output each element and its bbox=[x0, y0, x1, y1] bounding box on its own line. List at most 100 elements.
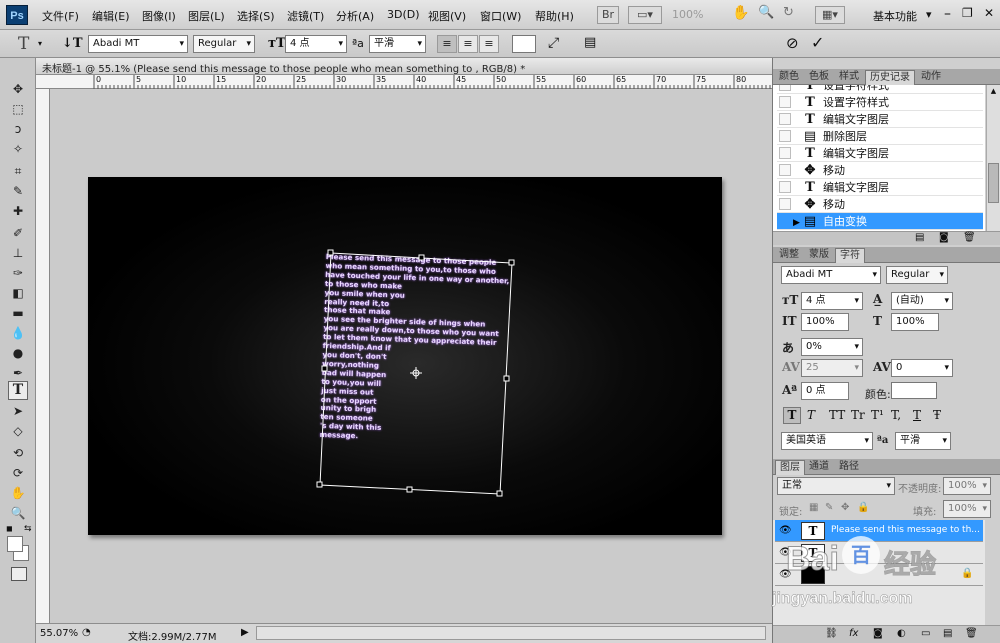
history-item[interactable]: T 设置字符样式 bbox=[777, 85, 983, 94]
layer-row[interactable]: 👁 T bbox=[775, 542, 983, 564]
font-style-select[interactable]: Regular bbox=[193, 35, 255, 53]
zoom-tool-icon[interactable]: 🔍 bbox=[8, 504, 28, 523]
blend-mode-select[interactable]: 正常 bbox=[777, 477, 895, 495]
brush-tool-icon[interactable]: ✐ bbox=[8, 224, 28, 243]
transform-handle[interactable] bbox=[508, 259, 515, 266]
hand-tool-icon[interactable]: ✋ bbox=[8, 484, 28, 503]
transform-bounding-box[interactable] bbox=[88, 177, 722, 535]
transform-handle[interactable] bbox=[316, 481, 323, 488]
transform-handle[interactable] bbox=[496, 490, 503, 497]
char-antialias[interactable]: 平滑 bbox=[895, 432, 951, 450]
marquee-tool-icon[interactable]: ⬚ bbox=[8, 100, 28, 119]
underline-button[interactable]: T bbox=[913, 408, 921, 422]
tab-layers[interactable]: 图层 bbox=[775, 460, 805, 475]
tab-history[interactable]: 历史记录 bbox=[865, 70, 915, 85]
history-checkbox[interactable] bbox=[779, 147, 791, 159]
3d-rotate-tool-icon[interactable]: ⟲ bbox=[8, 444, 28, 463]
char-tracking[interactable]: 0 bbox=[891, 359, 953, 377]
character-panel-toggle-icon[interactable]: ▤ bbox=[584, 35, 596, 50]
preset-dropdown-icon[interactable]: ▾ bbox=[38, 39, 42, 48]
transform-handle[interactable] bbox=[503, 375, 510, 382]
scroll-thumb[interactable] bbox=[988, 163, 999, 203]
char-tsume[interactable]: 0% bbox=[801, 338, 863, 356]
adjustment-layer-icon[interactable]: ◐ bbox=[897, 628, 906, 639]
history-scrollbar[interactable]: ▲ bbox=[986, 85, 1000, 231]
history-brush-tool-icon[interactable]: ✑ bbox=[8, 264, 28, 283]
commit-icon[interactable]: ✓ bbox=[811, 33, 824, 52]
quick-mask-icon[interactable] bbox=[11, 567, 27, 581]
history-checkbox[interactable] bbox=[779, 130, 791, 142]
move-tool-icon[interactable]: ✥ bbox=[8, 80, 28, 99]
menu-image[interactable]: 图像(I) bbox=[142, 8, 176, 24]
font-family-select[interactable]: Abadi MT bbox=[88, 35, 188, 53]
lock-image-icon[interactable]: ✎ bbox=[825, 502, 833, 513]
layer-row[interactable]: 👁 🔒 bbox=[775, 564, 983, 586]
healing-brush-tool-icon[interactable]: ✚ bbox=[8, 202, 28, 221]
status-zoom[interactable]: 55.07% bbox=[40, 628, 78, 639]
dodge-tool-icon[interactable]: ● bbox=[8, 344, 28, 363]
horizontal-scrollbar[interactable] bbox=[256, 626, 766, 640]
history-checkbox[interactable] bbox=[779, 113, 791, 125]
history-checkbox[interactable] bbox=[779, 164, 791, 176]
hand-icon[interactable]: ✋ bbox=[732, 5, 749, 21]
align-center-button[interactable]: ≡ bbox=[458, 35, 478, 53]
faux-bold-button[interactable]: T bbox=[783, 407, 801, 424]
opacity-input[interactable]: 100% bbox=[943, 477, 991, 495]
gradient-tool-icon[interactable]: ▬ bbox=[8, 304, 28, 323]
menu-analysis[interactable]: 分析(A) bbox=[336, 8, 374, 24]
antialias-select[interactable]: 平滑 bbox=[369, 35, 426, 53]
tab-character[interactable]: 字符 bbox=[835, 248, 865, 263]
delete-state-icon[interactable]: 🗑 bbox=[963, 232, 976, 243]
transform-handle[interactable] bbox=[406, 486, 413, 493]
history-list[interactable]: T 设置字符样式 T 设置字符样式 T 编辑文字图层 ▤ 删除图层 T 编辑文字图层 ✥ 移动 T 编辑… bbox=[773, 85, 985, 231]
lock-transparency-icon[interactable]: ▦ bbox=[809, 502, 818, 513]
workspace-dropdown-icon[interactable]: ▾ bbox=[926, 8, 932, 21]
foreground-color-swatch[interactable] bbox=[7, 536, 23, 552]
text-orientation-icon[interactable]: ↓T bbox=[62, 36, 83, 51]
menu-help[interactable]: 帮助(H) bbox=[535, 8, 574, 24]
layer-row[interactable]: 👁 T Please send this message to th... bbox=[775, 520, 983, 542]
reference-point-icon[interactable] bbox=[410, 367, 422, 379]
char-font-size[interactable]: 4 点 bbox=[801, 292, 863, 310]
screen-mode-icon[interactable]: ▭▾ bbox=[628, 6, 662, 24]
status-icon[interactable]: ◔ bbox=[82, 627, 91, 638]
document-tab[interactable]: 未标题-1 @ 55.1% (Please send this message … bbox=[36, 58, 772, 75]
visibility-eye-icon[interactable]: 👁 bbox=[779, 547, 792, 558]
shape-tool-icon[interactable]: ◇ bbox=[8, 422, 28, 441]
tab-masks[interactable]: 蒙版 bbox=[805, 248, 833, 263]
type-tool-preset-icon[interactable]: T bbox=[18, 34, 29, 54]
history-item[interactable]: ▤ 删除图层 bbox=[777, 128, 983, 145]
history-item[interactable]: T 编辑文字图层 bbox=[777, 111, 983, 128]
lasso-tool-icon[interactable]: ↄ bbox=[8, 120, 28, 139]
menu-window[interactable]: 窗口(W) bbox=[480, 8, 521, 24]
history-item[interactable]: ✥ 移动 bbox=[777, 196, 983, 213]
3d-orbit-tool-icon[interactable]: ⟳ bbox=[8, 464, 28, 483]
char-leading[interactable]: (自动) bbox=[891, 292, 953, 310]
menu-file[interactable]: 文件(F) bbox=[42, 8, 79, 24]
zoom-icon[interactable]: 🔍 bbox=[758, 5, 774, 20]
font-size-select[interactable]: 4 点 bbox=[285, 35, 347, 53]
canvas-area[interactable]: Please send this message to those people… bbox=[50, 89, 772, 623]
history-checkbox[interactable] bbox=[779, 96, 791, 108]
add-mask-icon[interactable]: ◙ bbox=[873, 628, 883, 639]
tab-styles[interactable]: 样式 bbox=[835, 70, 863, 85]
swap-colors-icon[interactable]: ⇆ bbox=[24, 524, 32, 534]
history-checkbox[interactable] bbox=[779, 181, 791, 193]
menu-3d[interactable]: 3D(D) bbox=[387, 8, 420, 21]
arrange-icon[interactable]: ▦▾ bbox=[815, 6, 845, 24]
text-color-swatch[interactable] bbox=[512, 35, 536, 53]
small-caps-button[interactable]: Tr bbox=[851, 408, 865, 422]
subscript-button[interactable]: T, bbox=[891, 408, 901, 422]
char-baseline-shift[interactable]: 0 点 bbox=[801, 382, 849, 400]
visibility-eye-icon[interactable]: 👁 bbox=[779, 525, 792, 536]
lock-position-icon[interactable]: ✥ bbox=[841, 502, 849, 513]
eraser-tool-icon[interactable]: ◧ bbox=[8, 284, 28, 303]
scroll-up-icon[interactable]: ▲ bbox=[988, 87, 999, 97]
history-checkbox[interactable] bbox=[779, 198, 791, 210]
minimize-icon[interactable]: – bbox=[944, 6, 951, 22]
menu-layer[interactable]: 图层(L) bbox=[188, 8, 225, 24]
delete-layer-icon[interactable]: 🗑 bbox=[965, 628, 978, 639]
history-item[interactable]: T 编辑文字图层 bbox=[777, 145, 983, 162]
magic-wand-tool-icon[interactable]: ✧ bbox=[8, 140, 28, 159]
transform-handle[interactable] bbox=[327, 249, 334, 256]
